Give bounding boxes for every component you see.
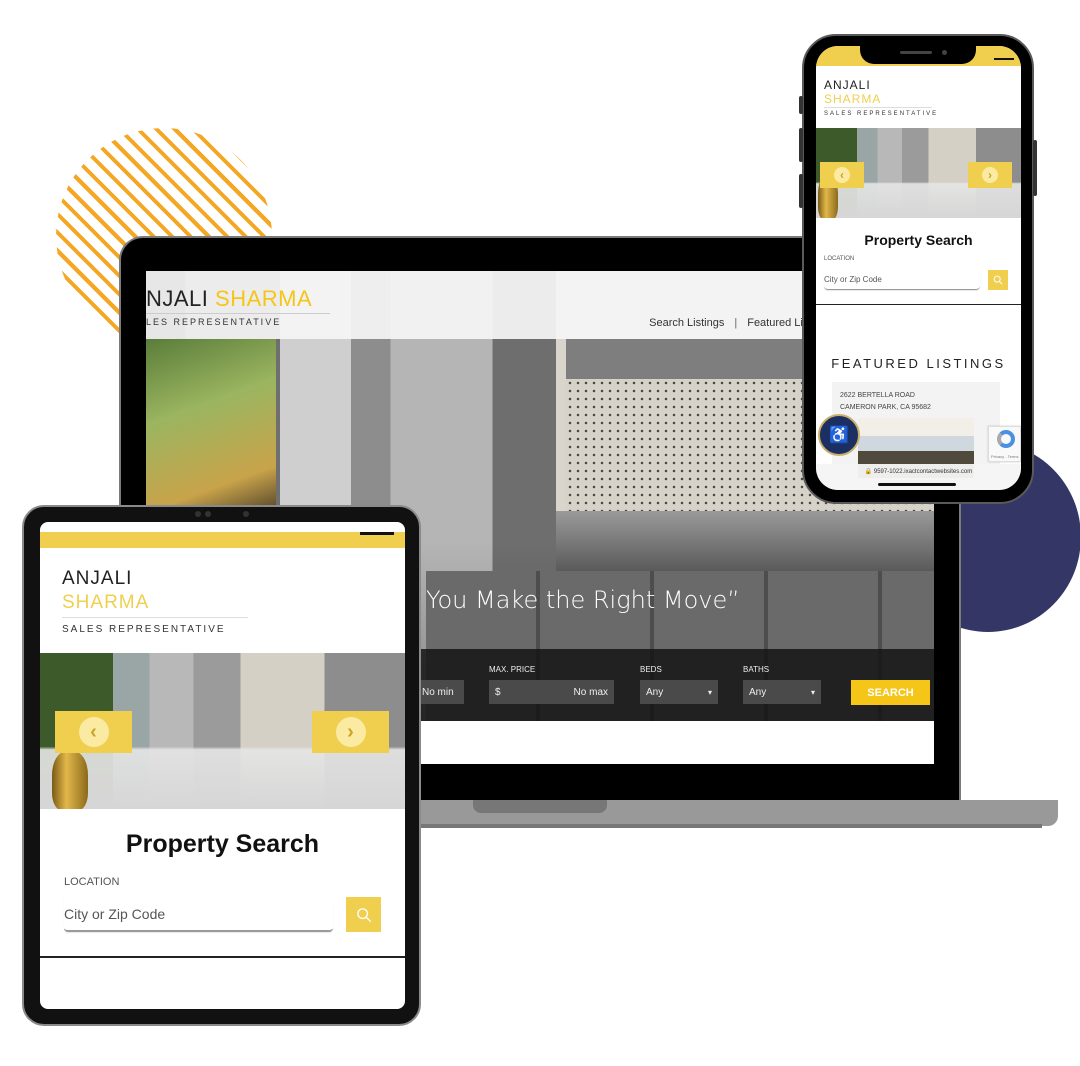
laptop-opening-notch bbox=[473, 800, 607, 813]
chevron-down-icon: ▾ bbox=[707, 687, 712, 697]
phone-side-button bbox=[799, 96, 803, 114]
ada-compliance-badge[interactable]: ♿ bbox=[818, 414, 860, 456]
phone-camera bbox=[942, 50, 947, 55]
home-indicator bbox=[878, 483, 956, 486]
logo-subtitle: SALES REPRESENTATIVE bbox=[62, 624, 226, 635]
phone-power-button bbox=[1033, 140, 1037, 196]
max-price-value: No max bbox=[573, 686, 608, 698]
listing-address-line1: 2622 BERTELLA ROAD bbox=[840, 392, 915, 399]
featured-listings-title: FEATURED LISTINGS bbox=[831, 356, 1006, 371]
tablet-camera bbox=[205, 511, 211, 517]
chevron-right-icon: › bbox=[982, 167, 998, 183]
logo-divider bbox=[824, 107, 932, 108]
slider-next-button[interactable]: › bbox=[312, 711, 389, 753]
image-slider: ‹ › bbox=[816, 128, 1021, 218]
logo-divider bbox=[146, 313, 330, 314]
chevron-left-icon: ‹ bbox=[834, 167, 850, 183]
chevron-right-icon: › bbox=[335, 717, 366, 747]
site-logo[interactable]: NJALI SHARMA bbox=[146, 286, 312, 312]
chevron-left-icon: ‹ bbox=[78, 717, 109, 747]
location-input[interactable]: City or Zip Code bbox=[64, 896, 333, 932]
slider-prev-button[interactable]: ‹ bbox=[820, 162, 864, 188]
slider-prev-button[interactable]: ‹ bbox=[55, 711, 132, 753]
tablet-sensor bbox=[243, 511, 249, 517]
max-price-field[interactable]: $ No max bbox=[489, 680, 614, 704]
phone-volume-up bbox=[799, 128, 803, 162]
currency-symbol: $ bbox=[495, 686, 501, 698]
search-icon bbox=[993, 275, 1003, 285]
baths-value: Any bbox=[749, 686, 767, 698]
logo-first-name: ANJALI bbox=[824, 78, 871, 92]
beds-value: Any bbox=[646, 686, 664, 698]
search-button[interactable]: SEARCH bbox=[851, 680, 930, 705]
property-search-title: Property Search bbox=[864, 232, 973, 248]
max-price-label: MAX. PRICE bbox=[489, 665, 536, 674]
logo-subtitle: SALES REPRESENTATIVE bbox=[824, 111, 939, 117]
logo-divider bbox=[62, 617, 248, 618]
laptop-base-shadow bbox=[420, 824, 1042, 828]
nav-separator: | bbox=[734, 317, 738, 329]
logo-last-name: SHARMA bbox=[824, 92, 882, 106]
logo-last-name: SHARMA bbox=[215, 286, 313, 311]
hero-tagline: You Make the Right Move” bbox=[426, 586, 740, 614]
slider-next-button[interactable]: › bbox=[968, 162, 1012, 188]
recaptcha-icon bbox=[997, 430, 1015, 448]
logo-first-name: NJALI bbox=[146, 286, 209, 311]
location-label: LOCATION bbox=[64, 876, 120, 888]
hamburger-menu-icon[interactable] bbox=[994, 58, 1014, 60]
slider-vase bbox=[52, 751, 88, 809]
recaptcha-links[interactable]: Privacy - Terms bbox=[991, 454, 1018, 459]
recaptcha-badge[interactable]: Privacy - Terms bbox=[988, 426, 1021, 462]
chevron-down-icon: ▾ bbox=[810, 687, 815, 697]
tablet-screen: ANJALI SHARMA SALES REPRESENTATIVE ‹ › P… bbox=[40, 522, 405, 1009]
hero-window bbox=[146, 339, 276, 509]
image-slider: ‹ › bbox=[40, 653, 405, 809]
nav-search-listings[interactable]: Search Listings bbox=[649, 317, 724, 329]
property-search-title: Property Search bbox=[125, 830, 320, 858]
hero-stove bbox=[556, 511, 934, 571]
url-text: 🔒 9597-1022.ixactcontactwebsites.com bbox=[864, 469, 973, 475]
beds-label: BEDS bbox=[640, 665, 662, 674]
location-search-button[interactable] bbox=[346, 897, 381, 932]
logo-last-name: SHARMA bbox=[62, 592, 150, 613]
location-input[interactable]: City or Zip Code bbox=[824, 270, 980, 290]
baths-select[interactable]: Any ▾ bbox=[743, 680, 821, 704]
top-accent-bar bbox=[40, 532, 405, 548]
tablet-sensor bbox=[195, 511, 201, 517]
location-label: LOCATION bbox=[824, 256, 855, 262]
beds-select[interactable]: Any ▾ bbox=[640, 680, 718, 704]
section-divider bbox=[40, 956, 405, 958]
phone-screen: ANJALI SHARMA SALES REPRESENTATIVE ‹ › P… bbox=[816, 46, 1021, 490]
min-price-field[interactable]: No min bbox=[416, 680, 464, 704]
logo-subtitle: LES REPRESENTATIVE bbox=[146, 317, 282, 327]
logo-first-name: ANJALI bbox=[62, 568, 133, 589]
phone-volume-down bbox=[799, 174, 803, 208]
browser-url-bar[interactable]: 🔒 9597-1022.ixactcontactwebsites.com bbox=[816, 464, 1021, 490]
baths-label: BATHS bbox=[743, 665, 770, 674]
listing-address-line2: CAMERON PARK, CA 95682 bbox=[840, 404, 931, 411]
location-search-button[interactable] bbox=[988, 270, 1008, 290]
search-icon bbox=[356, 907, 371, 922]
section-divider bbox=[816, 304, 1021, 305]
wheelchair-icon: ♿ bbox=[829, 427, 849, 444]
phone-speaker bbox=[900, 51, 932, 54]
hamburger-menu-icon[interactable] bbox=[360, 532, 394, 535]
